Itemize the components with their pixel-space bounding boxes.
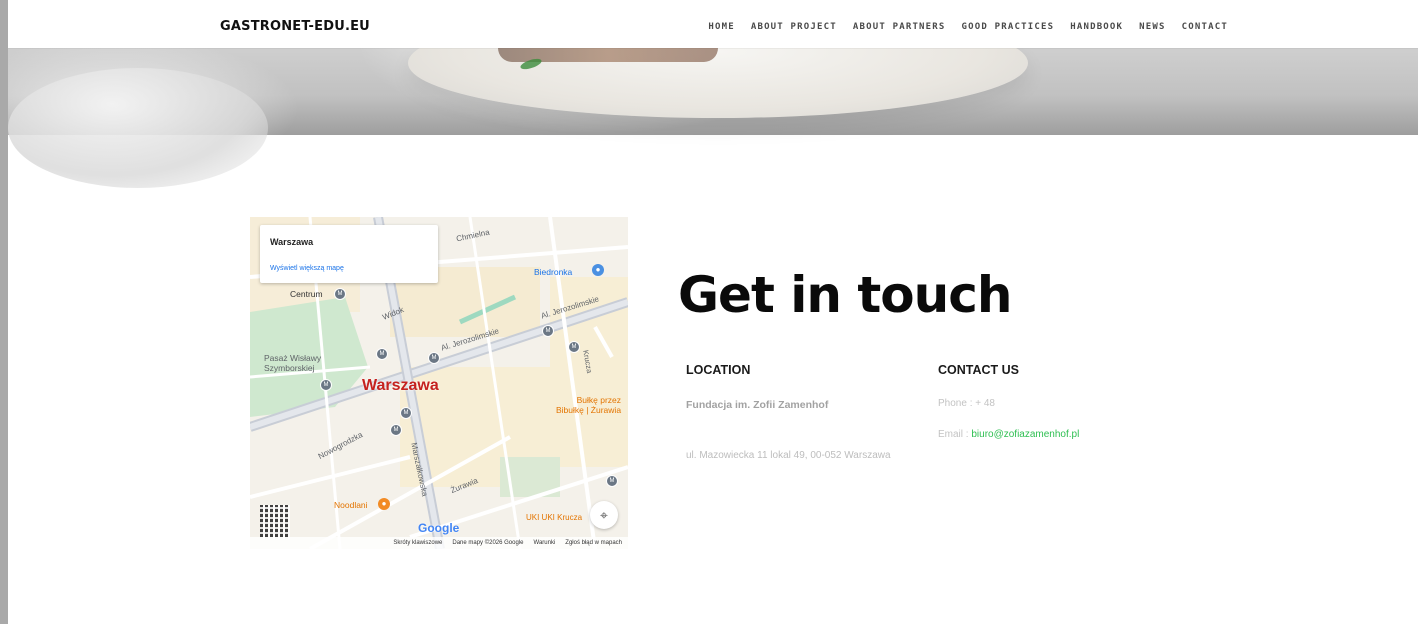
shopping-pin-icon[interactable]: ● bbox=[592, 264, 604, 276]
qr-code bbox=[260, 505, 290, 539]
location-name: Fundacja im. Zofii Zamenhof bbox=[686, 399, 829, 411]
poi-label-bulke[interactable]: Bułkę przez Bibułkę | Żurawia bbox=[556, 395, 621, 415]
location-address: ul. Mazowiecka 11 lokal 49, 00-052 Warsz… bbox=[686, 450, 891, 461]
nav-about-project[interactable]: ABOUT PROJECT bbox=[751, 22, 837, 32]
restaurant-pin-icon[interactable]: ● bbox=[378, 498, 390, 510]
metro-icon: M bbox=[428, 352, 440, 364]
map-place-label: Pasaż Wisławy Szymborskiej bbox=[264, 353, 322, 373]
contact-us-heading: CONTACT US bbox=[938, 363, 1020, 377]
top-navbar: GASTRONET-EDU.EU HOME ABOUT PROJECT ABOU… bbox=[8, 0, 1418, 48]
site-logo[interactable]: GASTRONET-EDU.EU bbox=[220, 19, 370, 34]
nav-about-partners[interactable]: ABOUT PARTNERS bbox=[853, 22, 946, 32]
map-info-card: Warszawa Wyświetl większą mapę bbox=[260, 225, 438, 283]
recenter-map-button[interactable]: ⌖ bbox=[590, 501, 618, 529]
map-data-credit: Dane mapy ©2026 Google bbox=[452, 540, 524, 546]
main-nav: HOME ABOUT PROJECT ABOUT PARTNERS GOOD P… bbox=[708, 22, 1228, 32]
metro-icon: M bbox=[542, 325, 554, 337]
phone-text: Phone : + 48 bbox=[938, 398, 995, 409]
metro-icon: M bbox=[606, 475, 618, 487]
nav-handbook[interactable]: HANDBOOK bbox=[1070, 22, 1123, 32]
poi-label-biedronka[interactable]: Biedronka bbox=[534, 267, 572, 277]
google-map-embed[interactable]: Warszawa Wyświetl większą mapę Chmielna … bbox=[250, 217, 628, 549]
keyboard-shortcuts-link[interactable]: Skróty klawiszowe bbox=[393, 540, 442, 546]
map-city-label: Warszawa bbox=[362, 377, 439, 394]
metro-icon: M bbox=[400, 407, 412, 419]
metro-icon: M bbox=[334, 288, 346, 300]
nav-home[interactable]: HOME bbox=[708, 22, 734, 32]
map-card-title: Warszawa bbox=[270, 237, 314, 247]
metro-icon: M bbox=[376, 348, 388, 360]
location-heading: LOCATION bbox=[686, 363, 751, 377]
map-place-label: Centrum bbox=[290, 289, 323, 299]
page-frame: GASTRONET-EDU.EU HOME ABOUT PROJECT ABOU… bbox=[8, 0, 1418, 624]
email-link[interactable]: biuro@zofiazamenhof.pl bbox=[971, 429, 1079, 440]
report-error-link[interactable]: Zgłoś błąd w mapach bbox=[565, 540, 622, 546]
email-label: Email : bbox=[938, 429, 972, 440]
hero-image bbox=[8, 8, 1418, 188]
page-title: Get in touch bbox=[678, 266, 1012, 324]
poi-label-ukiuki[interactable]: UKI UKI Krucza bbox=[526, 513, 582, 522]
terms-link[interactable]: Warunki bbox=[534, 540, 556, 546]
metro-icon: M bbox=[320, 379, 332, 391]
crosshair-icon: ⌖ bbox=[600, 506, 608, 523]
hero-bowl bbox=[8, 68, 268, 188]
metro-icon: M bbox=[390, 424, 402, 436]
map-attribution-bar: Skróty klawiszowe Dane mapy ©2026 Google… bbox=[250, 537, 628, 549]
map-view-larger-link[interactable]: Wyświetl większą mapę bbox=[270, 265, 344, 272]
nav-good-practices[interactable]: GOOD PRACTICES bbox=[962, 22, 1055, 32]
email-row: Email : biuro@zofiazamenhof.pl bbox=[938, 429, 1079, 440]
poi-label-noodlani[interactable]: Noodlani bbox=[334, 500, 368, 510]
nav-contact[interactable]: CONTACT bbox=[1182, 22, 1228, 32]
google-logo: Google bbox=[418, 521, 460, 535]
metro-icon: M bbox=[568, 341, 580, 353]
nav-news[interactable]: NEWS bbox=[1139, 22, 1165, 32]
